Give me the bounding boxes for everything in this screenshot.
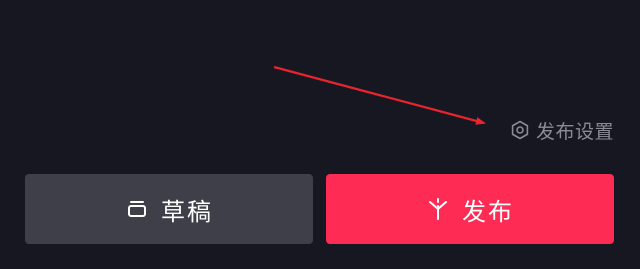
- publish-button-label: 发布: [462, 197, 514, 226]
- publish-settings-link[interactable]: 发布设置: [510, 116, 614, 144]
- publish-button[interactable]: 发布: [326, 174, 614, 244]
- publish-settings-label: 发布设置: [535, 120, 614, 143]
- publish-screen: 发布设置 草稿 发布: [0, 0, 640, 269]
- hexagon-settings-icon: [510, 120, 530, 140]
- draft-box-icon: [125, 197, 149, 221]
- draft-button-label: 草稿: [161, 197, 213, 226]
- sparkle-icon: [426, 197, 450, 221]
- draft-button[interactable]: 草稿: [25, 174, 313, 244]
